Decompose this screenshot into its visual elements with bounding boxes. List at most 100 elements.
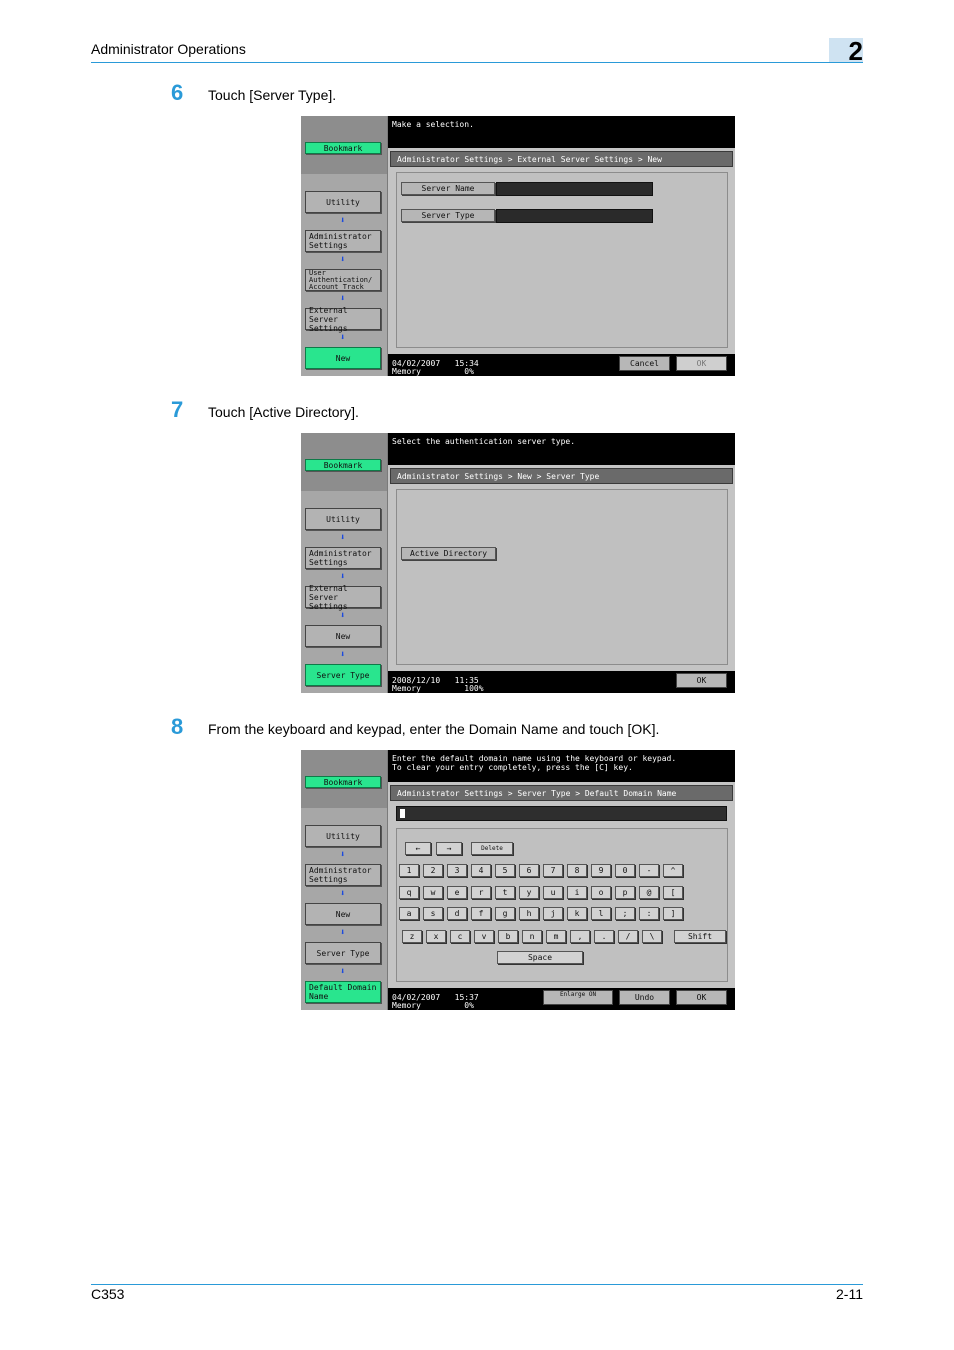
keyboard-key[interactable]: [ [663, 886, 683, 899]
down-arrow-icon: ⬇ [340, 533, 346, 543]
step-text: From the keyboard and keypad, enter the … [208, 721, 660, 737]
sidebar-item-new[interactable]: New [305, 625, 381, 647]
page-number: 2-11 [836, 1286, 863, 1302]
keyboard-key[interactable]: k [567, 907, 587, 920]
down-arrow-icon: ⬇ [340, 928, 346, 938]
keyboard-key[interactable]: ; [615, 907, 635, 920]
bookmark-button[interactable]: Bookmark [305, 459, 381, 471]
keyboard-key[interactable]: d [447, 907, 467, 920]
sidebar-item-utility[interactable]: Utility [305, 825, 381, 847]
keyboard-key[interactable]: 5 [495, 864, 515, 877]
keyboard-key[interactable]: 8 [567, 864, 587, 877]
keyboard-key[interactable]: q [399, 886, 419, 899]
sidebar-item-new[interactable]: New [305, 903, 381, 925]
down-arrow-icon: ⬇ [340, 967, 346, 977]
panel-screenshot-domain-name: Bookmark Utility ⬇ Administrator Setting… [301, 750, 735, 1010]
footer-rule [91, 1284, 863, 1285]
keyboard-key[interactable]: v [474, 930, 494, 943]
settings-panel [396, 489, 728, 665]
keyboard-key[interactable]: r [471, 886, 491, 899]
sidebar-item-server-type[interactable]: Server Type [305, 942, 381, 964]
server-name-button[interactable]: Server Name [401, 182, 495, 195]
keyboard-key[interactable]: 6 [519, 864, 539, 877]
shift-key[interactable]: Shift [674, 930, 726, 943]
keyboard-key[interactable]: / [618, 930, 638, 943]
keyboard-key[interactable]: b [498, 930, 518, 943]
down-arrow-icon: ⬇ [340, 255, 346, 265]
keyboard-key[interactable]: j [543, 907, 563, 920]
keyboard-key[interactable]: n [522, 930, 542, 943]
keyboard-key[interactable]: , [570, 930, 590, 943]
server-type-button[interactable]: Server Type [401, 209, 495, 222]
ok-button[interactable]: OK [676, 673, 727, 688]
message-area: Enter the default domain name using the … [388, 750, 735, 782]
sidebar-item-external-server[interactable]: External Server Settings [305, 306, 381, 333]
keyboard-key[interactable]: p [615, 886, 635, 899]
delete-key[interactable]: Delete [471, 842, 513, 855]
sidebar-item-admin-settings[interactable]: Administrator Settings [305, 230, 381, 252]
sidebar-item-utility[interactable]: Utility [305, 508, 381, 530]
message-area: Select the authentication server type. [388, 433, 735, 465]
enlarge-button[interactable]: Enlarge ON [543, 990, 613, 1005]
active-directory-button[interactable]: Active Directory [401, 547, 496, 560]
ok-button[interactable]: OK [676, 356, 727, 371]
keyboard-key[interactable]: h [519, 907, 539, 920]
keyboard-key[interactable]: @ [639, 886, 659, 899]
keyboard-key[interactable]: ] [663, 907, 683, 920]
keyboard-key[interactable]: i [567, 886, 587, 899]
keyboard-key[interactable]: 9 [591, 864, 611, 877]
keyboard-key[interactable]: g [495, 907, 515, 920]
keyboard-key[interactable]: o [591, 886, 611, 899]
undo-button[interactable]: Undo [619, 990, 670, 1005]
sidebar-item-server-type[interactable]: Server Type [305, 664, 381, 686]
space-key[interactable]: Space [497, 951, 583, 964]
keyboard-key[interactable]: 4 [471, 864, 491, 877]
cancel-button[interactable]: Cancel [619, 356, 670, 371]
keyboard-key[interactable]: a [399, 907, 419, 920]
ok-button[interactable]: OK [676, 990, 727, 1005]
step-number: 6 [171, 80, 184, 105]
down-arrow-icon: ⬇ [340, 333, 346, 343]
keyboard-key[interactable]: . [594, 930, 614, 943]
sidebar-item-admin-settings[interactable]: Administrator Settings [305, 864, 381, 886]
sidebar-item-utility[interactable]: Utility [305, 191, 381, 213]
breadcrumb: Administrator Settings > External Server… [390, 151, 733, 167]
step-number: 8 [171, 714, 184, 739]
right-arrow-key[interactable]: → [436, 842, 462, 855]
keyboard-key[interactable]: u [543, 886, 563, 899]
keyboard-key[interactable]: \ [642, 930, 662, 943]
header-rule [91, 62, 863, 63]
keyboard-key[interactable]: f [471, 907, 491, 920]
keyboard-key[interactable]: m [546, 930, 566, 943]
keyboard-key[interactable]: e [447, 886, 467, 899]
sidebar-item-new[interactable]: New [305, 347, 381, 369]
keyboard-key[interactable]: 7 [543, 864, 563, 877]
keyboard-key[interactable]: t [495, 886, 515, 899]
keyboard-key[interactable]: - [639, 864, 659, 877]
left-arrow-key[interactable]: ← [405, 842, 431, 855]
keyboard-key[interactable]: 2 [423, 864, 443, 877]
keyboard-key[interactable]: s [423, 907, 443, 920]
keyboard-key[interactable]: z [402, 930, 422, 943]
section-title: Administrator Operations [91, 41, 246, 57]
sidebar-item-user-auth[interactable]: User Authentication/ Account Track [305, 269, 381, 291]
sidebar-item-external-server[interactable]: External Server Settings [305, 584, 381, 611]
bookmark-button[interactable]: Bookmark [305, 142, 381, 154]
keyboard-key[interactable]: w [423, 886, 443, 899]
bookmark-button[interactable]: Bookmark [305, 776, 381, 788]
sidebar: Bookmark Utility ⬇ Administrator Setting… [301, 433, 388, 693]
domain-name-input[interactable] [396, 806, 727, 821]
keyboard-key[interactable]: 1 [399, 864, 419, 877]
keyboard-key[interactable]: ^ [663, 864, 683, 877]
keyboard-key[interactable]: x [426, 930, 446, 943]
keyboard-key[interactable]: 0 [615, 864, 635, 877]
breadcrumb: Administrator Settings > New > Server Ty… [390, 468, 733, 484]
sidebar-item-default-domain[interactable]: Default Domain Name [305, 981, 381, 1003]
keyboard-key[interactable]: 3 [447, 864, 467, 877]
step-text: Touch [Active Directory]. [208, 404, 359, 420]
keyboard-key[interactable]: y [519, 886, 539, 899]
keyboard-key[interactable]: c [450, 930, 470, 943]
keyboard-key[interactable]: l [591, 907, 611, 920]
sidebar-item-admin-settings[interactable]: Administrator Settings [305, 547, 381, 569]
keyboard-key[interactable]: : [639, 907, 659, 920]
